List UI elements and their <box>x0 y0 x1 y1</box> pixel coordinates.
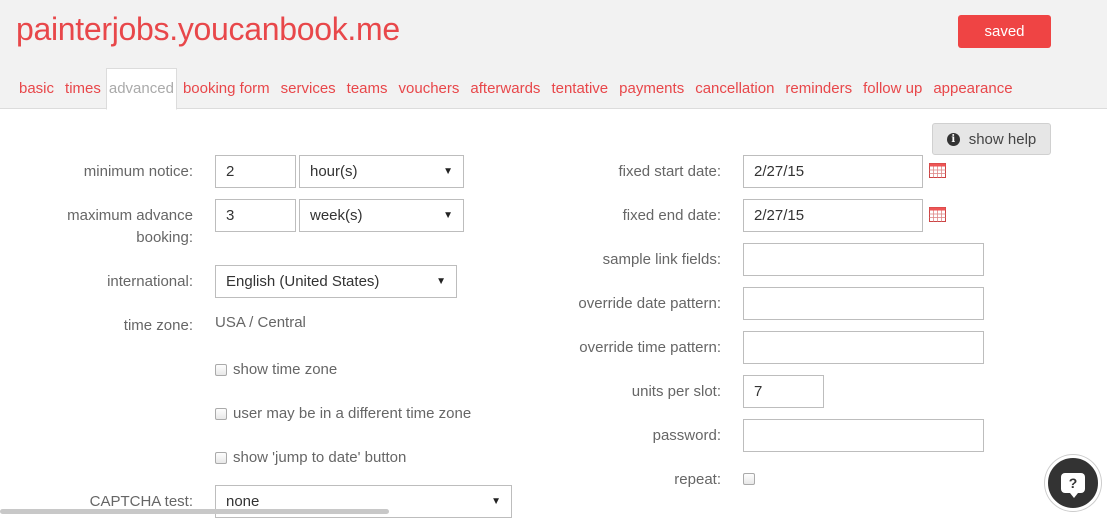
chevron-down-icon: ▼ <box>443 166 453 177</box>
maximum-advance-label-line2: booking: <box>136 229 193 246</box>
maximum-advance-label-line1: maximum advance <box>67 207 193 224</box>
different-time-zone-row: user may be in a different time zone <box>215 405 471 422</box>
override-date-pattern-input[interactable] <box>743 287 984 320</box>
different-time-zone-checkbox[interactable] <box>215 407 227 420</box>
show-help-label: show help <box>968 130 1037 148</box>
show-time-zone-row: show time zone <box>215 361 337 378</box>
password-input[interactable] <box>743 419 984 452</box>
chat-help-icon: ? <box>1061 473 1085 498</box>
maximum-advance-unit-value: week(s) <box>310 207 363 224</box>
tab-afterwards[interactable]: afterwards <box>464 68 545 109</box>
override-date-pattern-label: override date pattern: <box>578 295 721 312</box>
chevron-down-icon: ▼ <box>491 496 501 507</box>
tab-follow-up[interactable]: follow up <box>857 68 927 109</box>
jump-to-date-label[interactable]: show 'jump to date' button <box>233 449 406 466</box>
override-time-pattern-input[interactable] <box>743 331 984 364</box>
maximum-advance-input[interactable]: 3 <box>215 199 296 232</box>
tab-teams[interactable]: teams <box>341 68 393 109</box>
tab-reminders[interactable]: reminders <box>779 68 857 109</box>
tab-bar: basic times advanced booking form servic… <box>13 68 1018 110</box>
sample-link-fields-input[interactable] <box>743 243 984 276</box>
repeat-label: repeat: <box>674 471 721 488</box>
tab-booking-form[interactable]: booking form <box>177 68 275 109</box>
tab-advanced[interactable]: advanced <box>105 68 177 110</box>
maximum-advance-unit-select[interactable]: week(s) ▼ <box>299 199 464 232</box>
password-label: password: <box>652 427 721 444</box>
chevron-down-icon: ▼ <box>443 210 453 221</box>
time-zone-value: USA / Central <box>215 314 306 331</box>
tab-appearance[interactable]: appearance <box>927 68 1017 109</box>
captcha-value: none <box>226 493 260 510</box>
calendar-icon[interactable] <box>929 207 946 222</box>
show-time-zone-label[interactable]: show time zone <box>233 361 337 378</box>
chat-help-button[interactable]: ? <box>1045 455 1101 511</box>
minimum-notice-label: minimum notice: <box>83 163 193 180</box>
tab-payments[interactable]: payments <box>613 68 689 109</box>
minimum-notice-unit-value: hour(s) <box>310 163 358 180</box>
international-select[interactable]: English (United States) ▼ <box>215 265 457 298</box>
maximum-advance-label: maximum advance booking: <box>20 205 193 249</box>
fixed-start-date-input[interactable]: 2/27/15 <box>743 155 923 188</box>
horizontal-scrollbar[interactable] <box>0 509 389 514</box>
info-icon: i <box>946 132 960 146</box>
tab-services[interactable]: services <box>275 68 341 109</box>
header: painterjobs.youcanbook.me saved basic ti… <box>0 0 1107 110</box>
repeat-checkbox[interactable] <box>743 473 755 485</box>
override-time-pattern-label: override time pattern: <box>579 339 721 356</box>
chevron-down-icon: ▼ <box>436 276 446 287</box>
fixed-start-date-label: fixed start date: <box>618 163 721 180</box>
tab-times[interactable]: times <box>59 68 106 109</box>
time-zone-label: time zone: <box>123 317 193 334</box>
tab-cancellation[interactable]: cancellation <box>689 68 779 109</box>
calendar-icon[interactable] <box>929 163 946 178</box>
saved-button[interactable]: saved <box>958 15 1051 48</box>
tab-vouchers[interactable]: vouchers <box>393 68 465 109</box>
tab-basic[interactable]: basic <box>13 68 59 109</box>
minimum-notice-input[interactable]: 2 <box>215 155 296 188</box>
show-time-zone-checkbox[interactable] <box>215 363 227 376</box>
fixed-end-date-input[interactable]: 2/27/15 <box>743 199 923 232</box>
units-per-slot-label: units per slot: <box>631 383 721 400</box>
jump-to-date-row: show 'jump to date' button <box>215 449 406 466</box>
different-time-zone-label[interactable]: user may be in a different time zone <box>233 405 471 422</box>
jump-to-date-checkbox[interactable] <box>215 451 227 464</box>
show-help-button[interactable]: i show help <box>932 123 1051 155</box>
units-per-slot-input[interactable]: 7 <box>743 375 824 408</box>
minimum-notice-unit-select[interactable]: hour(s) ▼ <box>299 155 464 188</box>
fixed-end-date-label: fixed end date: <box>622 207 721 224</box>
sample-link-fields-label: sample link fields: <box>602 251 721 268</box>
international-label: international: <box>107 273 193 290</box>
site-title[interactable]: painterjobs.youcanbook.me <box>16 11 400 48</box>
international-value: English (United States) <box>226 273 380 290</box>
tab-tentative[interactable]: tentative <box>545 68 613 109</box>
